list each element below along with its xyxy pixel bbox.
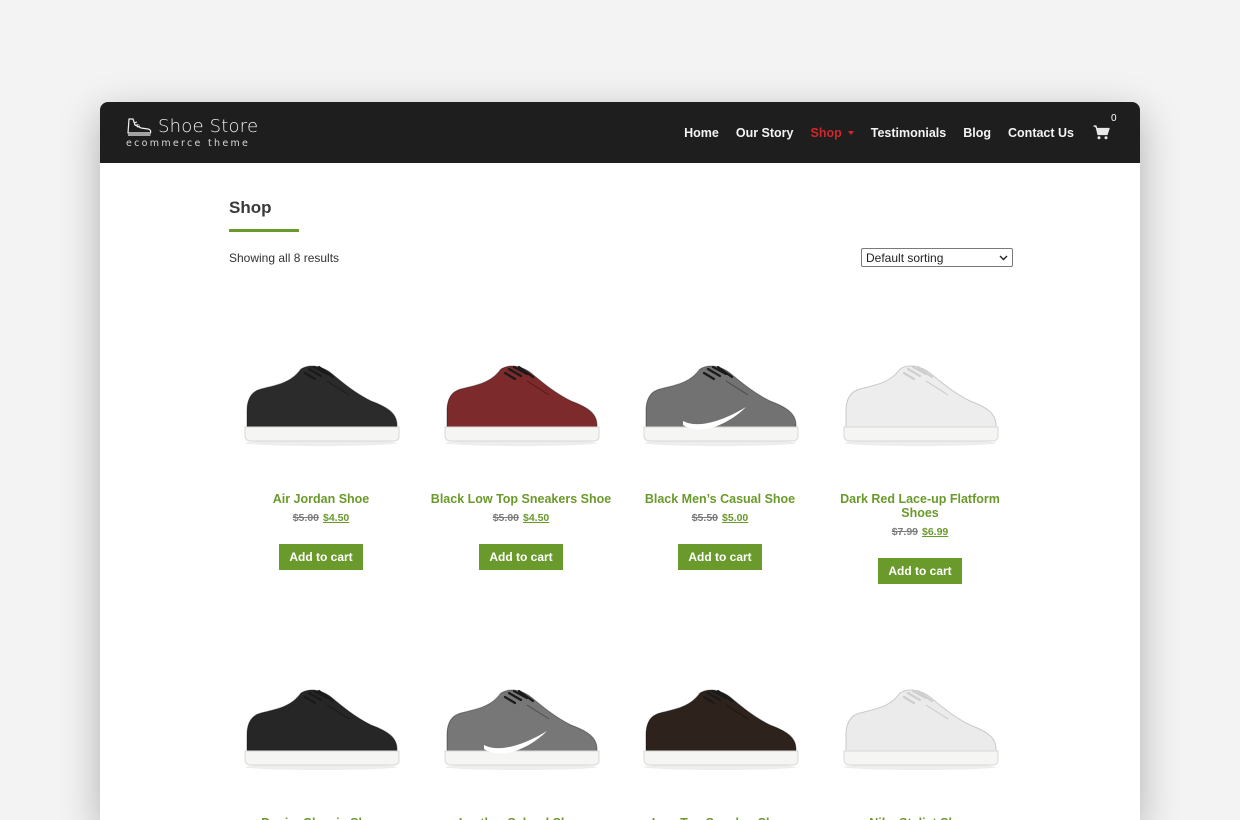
sort-selected-value: Default sorting (866, 250, 944, 265)
price-original: $5.00 (292, 512, 319, 524)
nav-item-testimonials[interactable]: Testimonials (871, 126, 946, 140)
add-to-cart-button[interactable]: Add to cart (878, 558, 962, 584)
nav-item-home[interactable]: Home (684, 126, 719, 140)
sort-select[interactable]: Default sorting (861, 248, 1013, 267)
product-title[interactable]: Nike Stylist Shoe (869, 816, 970, 820)
product-title[interactable]: Dark Red Lace-up Flatform Shoes (835, 492, 1005, 520)
product-price: $5.00 $4.50 (293, 512, 350, 524)
nav-item-label: Blog (963, 125, 992, 140)
product-card: Black Low Top Sneakers Shoe $5.00 $4.50 Add… (429, 334, 613, 570)
product-price: $7.99 $6.99 (892, 526, 949, 538)
shoe-image[interactable] (239, 359, 404, 449)
shoe-image[interactable] (838, 683, 1003, 773)
browser-window: Shoe Store ecommerce theme Home Our Story… (100, 102, 1140, 820)
shoe-image[interactable] (838, 359, 1003, 449)
product-image[interactable] (436, 658, 606, 798)
shoe-logo-icon (127, 117, 152, 136)
price-original: $7.99 (891, 526, 918, 538)
product-image[interactable] (436, 334, 606, 474)
product-image[interactable] (236, 334, 406, 474)
product-price: $5.50 $5.00 (692, 512, 749, 524)
add-to-cart-button[interactable]: Add to cart (279, 544, 363, 570)
nav-item-contact-us[interactable]: Contact Us (1008, 126, 1074, 140)
brand-tagline: ecommerce theme (126, 138, 251, 149)
nav-item-label: Shop (810, 125, 842, 140)
nav-item-label: Our Story (735, 125, 794, 140)
add-to-cart-button[interactable]: Add to cart (479, 544, 563, 570)
title-underline (229, 229, 299, 232)
product-card: Black Men’s Casual Shoe $5.50 $5.00 Add to … (628, 334, 812, 570)
shop-content: Shop Showing all 8 results Default sorti… (229, 198, 1013, 267)
shoe-image[interactable] (439, 683, 604, 773)
nav-item-our-story[interactable]: Our Story (736, 126, 794, 140)
shoe-image[interactable] (239, 683, 404, 773)
cart-button[interactable]: 0 (1093, 113, 1117, 140)
main-nav: Home Our Story Shop Testimonials Blog Contact… (684, 113, 1117, 140)
product-card: Denim Classic Shoe (229, 658, 413, 820)
product-title[interactable]: Black Low Top Sneakers Shoe (431, 492, 611, 506)
cart-count-badge: 0 (1111, 113, 1117, 124)
product-image[interactable] (635, 658, 805, 798)
price-original: $5.50 (691, 512, 718, 524)
product-title[interactable]: Black Men’s Casual Shoe (645, 492, 795, 506)
cart-icon (1093, 125, 1110, 140)
product-title[interactable]: Low Top Sneaker Shoe (652, 816, 789, 820)
page-title: Shop (229, 198, 272, 217)
brand-name: Shoe Store (158, 116, 259, 137)
add-to-cart-button[interactable]: Add to cart (678, 544, 762, 570)
product-image[interactable] (835, 334, 1005, 474)
nav-item-shop[interactable]: Shop (811, 126, 854, 140)
product-card: Low Top Sneaker Shoe (628, 658, 812, 820)
product-price: $5.00 $4.50 (493, 512, 550, 524)
product-card: Dark Red Lace-up Flatform Shoes $7.99 $6.9… (828, 334, 1012, 584)
shop-toolbar: Showing all 8 results Default sorting (229, 248, 1013, 267)
shoe-image[interactable] (439, 359, 604, 449)
product-card: Nike Stylist Shoe (828, 658, 1012, 820)
price-sale: $4.50 (323, 512, 350, 524)
product-image[interactable] (835, 658, 1005, 798)
site-header: Shoe Store ecommerce theme Home Our Story… (100, 102, 1140, 163)
shoe-image[interactable] (638, 359, 803, 449)
price-original: $5.00 (492, 512, 519, 524)
product-card: Air Jordan Shoe $5.00 $4.50 Add to cart (229, 334, 413, 570)
product-title[interactable]: Leather School Shoe (459, 816, 583, 820)
result-count: Showing all 8 results (229, 250, 340, 265)
price-sale: $4.50 (523, 512, 550, 524)
product-image[interactable] (236, 658, 406, 798)
price-sale: $6.99 (922, 526, 949, 538)
product-title[interactable]: Denim Classic Shoe (261, 816, 381, 820)
price-sale: $5.00 (722, 512, 749, 524)
nav-item-label: Home (684, 125, 719, 140)
caret-down-icon (847, 130, 854, 135)
product-title[interactable]: Air Jordan Shoe (273, 492, 370, 506)
chevron-down-icon (999, 255, 1008, 260)
nav-item-label: Testimonials (870, 125, 947, 140)
nav-item-label: Contact Us (1008, 125, 1074, 140)
brand-logo[interactable]: Shoe Store ecommerce theme (126, 116, 258, 149)
shoe-image[interactable] (638, 683, 803, 773)
product-card: Leather School Shoe (429, 658, 613, 820)
product-image[interactable] (635, 334, 805, 474)
nav-item-blog[interactable]: Blog (963, 126, 991, 140)
